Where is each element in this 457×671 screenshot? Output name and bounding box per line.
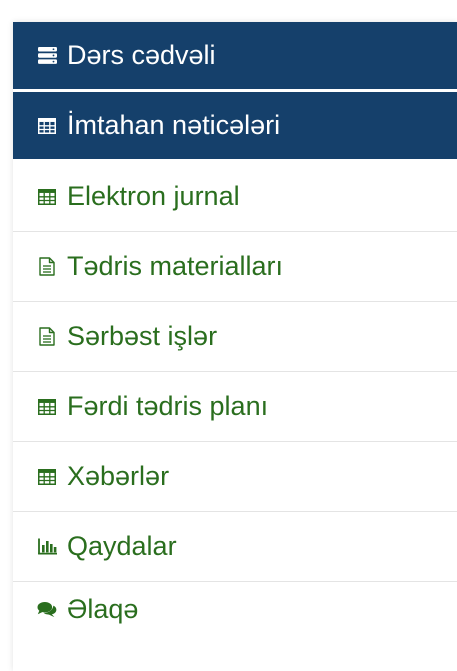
table-icon xyxy=(37,397,57,417)
menu-item-serbest-isler[interactable]: Sərbəst işlər xyxy=(13,302,457,372)
menu-item-ferdi-tedris-plani[interactable]: Fərdi tədris planı xyxy=(13,372,457,442)
menu-item-label: Əlaqə xyxy=(67,594,139,624)
menu-item-label: Dərs cədvəli xyxy=(67,40,216,70)
table-icon xyxy=(37,187,57,207)
menu-item-label: Qaydalar xyxy=(67,531,177,561)
table-icon xyxy=(37,467,57,487)
menu-item-tedris-materiallari[interactable]: Tədris materialları xyxy=(13,232,457,302)
menu-item-xeberler[interactable]: Xəbərlər xyxy=(13,442,457,512)
menu-item-label: Tədris materialları xyxy=(67,251,284,281)
page: Dərs cədvəli İmtahan nəticələri Elektron… xyxy=(0,0,457,671)
bar-chart-icon xyxy=(37,537,57,557)
menu-item-elaqe[interactable]: Əlaqə xyxy=(13,582,457,637)
menu-item-elektron-jurnal[interactable]: Elektron jurnal xyxy=(13,162,457,232)
sidebar-menu: Dərs cədvəli İmtahan nəticələri Elektron… xyxy=(13,22,457,671)
table-icon xyxy=(37,116,57,136)
menu-item-label: İmtahan nəticələri xyxy=(67,110,281,140)
menu-item-label: Sərbəst işlər xyxy=(67,321,218,351)
server-icon xyxy=(37,46,57,66)
menu-item-imtahan-neticeleri[interactable]: İmtahan nəticələri xyxy=(13,92,457,162)
menu-item-qaydalar[interactable]: Qaydalar xyxy=(13,512,457,582)
menu-item-label: Xəbərlər xyxy=(67,461,170,491)
document-icon xyxy=(37,257,57,277)
document-icon xyxy=(37,327,57,347)
menu-item-ders-cedveli[interactable]: Dərs cədvəli xyxy=(13,22,457,92)
menu-item-label: Elektron jurnal xyxy=(67,181,240,211)
menu-item-label: Fərdi tədris planı xyxy=(67,391,269,421)
comments-icon xyxy=(37,600,57,620)
